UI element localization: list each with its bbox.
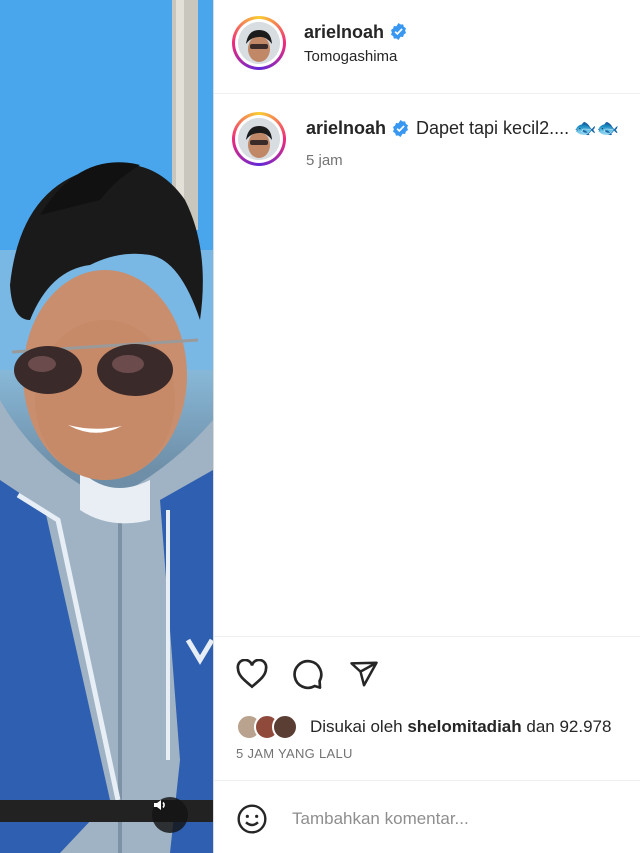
share-icon xyxy=(350,661,378,687)
author-avatar[interactable] xyxy=(232,16,286,70)
post-location[interactable]: Tomogashima xyxy=(304,48,397,65)
caption-body: Dapet tapi kecil2.... xyxy=(416,118,570,138)
avatar-image xyxy=(238,118,280,160)
like-button[interactable] xyxy=(234,656,270,692)
likes-text: Disukai oleh shelomitadiah dan 92.978 xyxy=(310,717,611,737)
caption-emoji: 🐟🐟 xyxy=(574,118,619,138)
heart-icon xyxy=(236,659,268,689)
caption-username[interactable]: arielnoah xyxy=(306,118,386,139)
comment-icon xyxy=(293,659,323,690)
comment-divider xyxy=(214,780,640,781)
speaker-icon xyxy=(154,800,165,810)
caption-timestamp[interactable]: 5 jam xyxy=(306,152,343,169)
caption-author-avatar[interactable] xyxy=(232,112,286,166)
post-media-video[interactable] xyxy=(0,0,213,853)
post-timestamp[interactable]: 5 JAM YANG LALU xyxy=(236,746,353,761)
emoji-icon xyxy=(237,804,267,834)
post-detail-panel: arielnoah Tomogashima arielnoah Dapet ta… xyxy=(214,0,640,853)
avatar-image xyxy=(238,22,280,64)
mute-toggle-button[interactable] xyxy=(152,797,188,833)
likes-summary[interactable]: Disukai oleh shelomitadiah dan 92.978 xyxy=(236,712,640,742)
media-photo xyxy=(0,0,213,853)
share-button[interactable] xyxy=(346,656,382,692)
caption-text: Dapet tapi kecil2.... 🐟🐟 xyxy=(416,118,619,139)
comment-input[interactable]: Tambahkan komentar... xyxy=(292,809,469,829)
verified-badge-icon xyxy=(391,23,406,40)
likes-count[interactable]: dan 92.978 xyxy=(522,717,611,736)
liker-avatar xyxy=(272,714,298,740)
header-divider xyxy=(214,93,640,94)
liker-username[interactable]: shelomitadiah xyxy=(407,717,521,736)
verified-badge-icon xyxy=(393,120,408,137)
likes-prefix: Disukai oleh xyxy=(310,717,408,736)
author-username[interactable]: arielnoah xyxy=(304,22,384,43)
emoji-button[interactable] xyxy=(234,801,270,837)
actions-divider xyxy=(214,636,640,637)
comment-button[interactable] xyxy=(290,656,326,692)
